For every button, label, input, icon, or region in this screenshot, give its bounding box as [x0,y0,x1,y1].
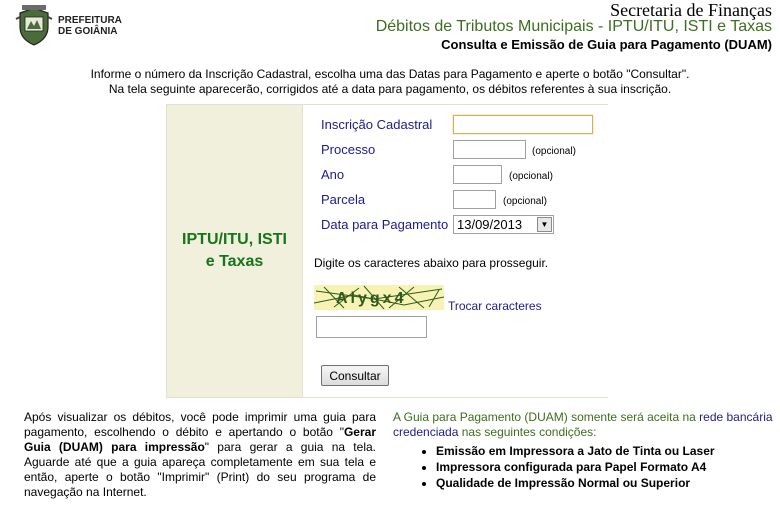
logo-text: PREFEITURA DE GOIÂNIA [58,15,122,37]
instructions-line1: Informe o número da Inscrição Cadastral,… [90,67,690,81]
inscricao-label: Inscrição Cadastral [321,117,433,132]
instructions-line2: Na tela seguinte aparecerão, corrigidos … [108,82,672,96]
captcha-prompt: Digite os caracteres abaixo para prosseg… [314,256,549,270]
captcha-input[interactable] [316,316,427,338]
data-pagamento-select[interactable]: 13/09/2013 ▼ [453,215,554,234]
parcela-hint: (opcional) [503,196,547,207]
logo-line2: DE GOIÂNIA [58,26,118,37]
panel-title-line1: IPTU/ITU, ISTI [182,231,287,248]
payment-conditions-intro: A Guia para Pagamento (DUAM) somente ser… [393,410,778,440]
print-instructions-part1: Após visualizar os débitos, você pode im… [24,410,376,439]
processo-input[interactable] [453,140,526,159]
form-panel: IPTU/ITU, ISTI e Taxas Inscrição Cadastr… [166,104,609,398]
panel-title-line2: e Taxas [205,253,264,270]
condition-item: Qualidade de Impressão Normal ou Superio… [436,475,778,491]
payment-conditions: A Guia para Pagamento (DUAM) somente ser… [393,410,778,491]
ano-hint: (opcional) [509,171,553,182]
print-instructions: Após visualizar os débitos, você pode im… [24,410,376,500]
processo-label: Processo [321,142,376,157]
form-fields-area: Inscrição Cadastral Processo (opcional) … [302,105,609,397]
parcela-label: Parcela [321,192,366,207]
conditions-list: Emissão em Impressora a Jato de Tinta ou… [436,443,778,491]
captcha-refresh-link[interactable]: Trocar caracteres [448,299,542,313]
city-crest-icon [15,5,53,46]
instructions: Informe o número da Inscrição Cadastral,… [0,67,780,97]
captcha-text: Alygx4 [336,290,406,307]
condition-item: Emissão em Impressora a Jato de Tinta ou… [436,443,778,459]
ano-label: Ano [321,167,345,182]
conditions-intro-part2: nas seguintes condições: [458,425,597,439]
panel-title-area: IPTU/ITU, ISTI e Taxas [167,105,302,397]
prefeitura-logo: PREFEITURA DE GOIÂNIA [14,4,124,48]
ano-input[interactable] [453,165,502,184]
inscricao-input[interactable] [453,115,593,134]
condition-item: Impressora configurada para Papel Format… [436,459,778,475]
dropdown-arrow-icon[interactable]: ▼ [537,217,552,232]
panel-title: IPTU/ITU, ISTI e Taxas [182,229,287,273]
parcela-input[interactable] [453,190,496,209]
header-title-debitos: Débitos de Tributos Municipais - IPTU/IT… [375,18,772,35]
processo-hint: (opcional) [532,146,576,157]
header-title-consulta: Consulta e Emissão de Guia para Pagament… [441,37,772,52]
consultar-button[interactable]: Consultar [321,365,389,386]
data-pagamento-value: 13/09/2013 [457,217,523,232]
data-pagamento-label: Data para Pagamento [321,217,449,232]
captcha-image: Alygx4 [313,285,445,310]
logo-line1: PREFEITURA [58,15,122,26]
conditions-intro-part1: A Guia para Pagamento (DUAM) somente ser… [393,410,700,424]
